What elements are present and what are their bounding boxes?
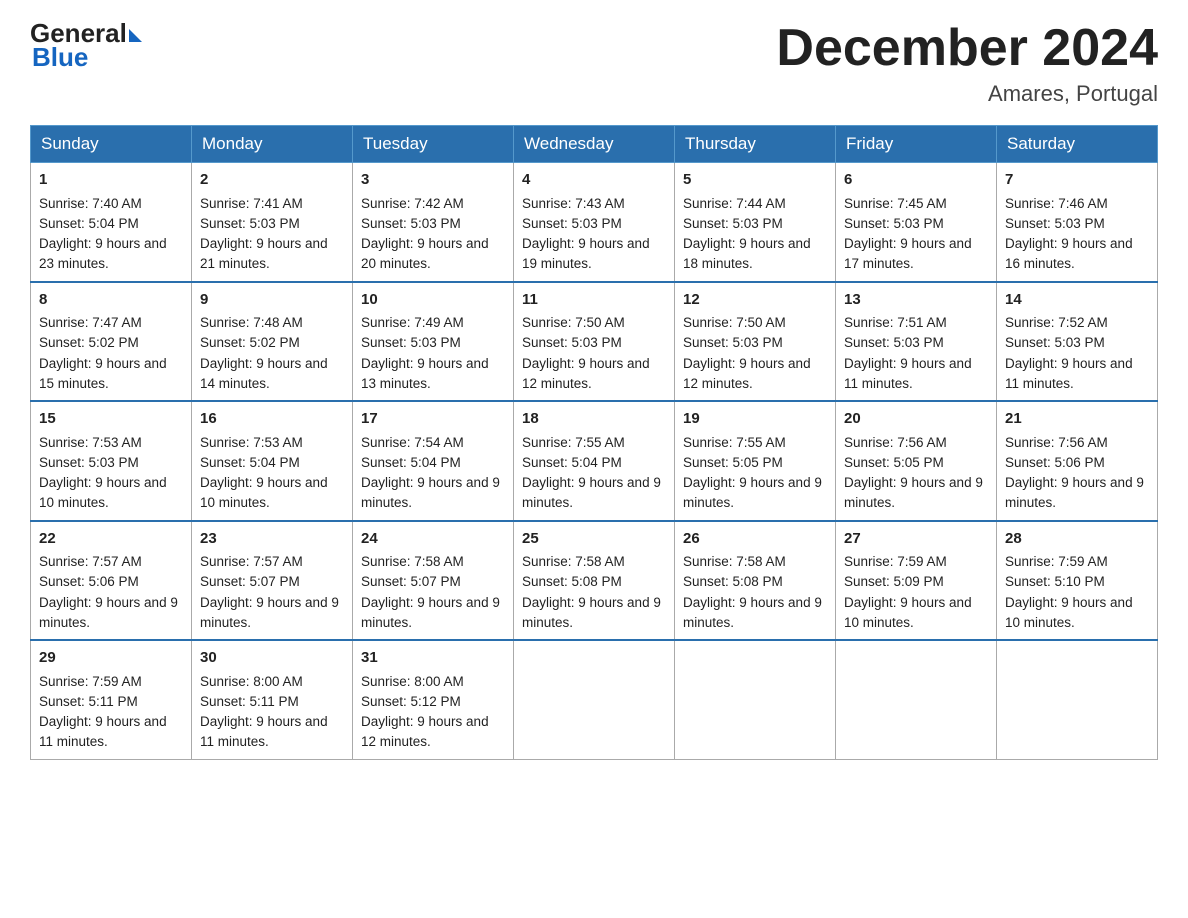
day-number: 2 — [200, 169, 344, 192]
calendar-cell: 20Sunrise: 7:56 AMSunset: 5:05 PMDayligh… — [836, 401, 997, 521]
calendar-cell: 22Sunrise: 7:57 AMSunset: 5:06 PMDayligh… — [31, 521, 192, 641]
calendar-cell: 28Sunrise: 7:59 AMSunset: 5:10 PMDayligh… — [997, 521, 1158, 641]
calendar-cell: 9Sunrise: 7:48 AMSunset: 5:02 PMDaylight… — [192, 282, 353, 402]
calendar-cell: 23Sunrise: 7:57 AMSunset: 5:07 PMDayligh… — [192, 521, 353, 641]
calendar-cell: 18Sunrise: 7:55 AMSunset: 5:04 PMDayligh… — [514, 401, 675, 521]
calendar-cell: 29Sunrise: 7:59 AMSunset: 5:11 PMDayligh… — [31, 640, 192, 759]
day-number: 17 — [361, 408, 505, 431]
day-number: 26 — [683, 528, 827, 551]
calendar-header-row: SundayMondayTuesdayWednesdayThursdayFrid… — [31, 126, 1158, 163]
day-number: 18 — [522, 408, 666, 431]
calendar-cell — [997, 640, 1158, 759]
day-number: 16 — [200, 408, 344, 431]
day-number: 11 — [522, 289, 666, 312]
day-number: 7 — [1005, 169, 1149, 192]
day-number: 10 — [361, 289, 505, 312]
day-header-saturday: Saturday — [997, 126, 1158, 163]
calendar-cell — [514, 640, 675, 759]
logo-triangle-icon — [129, 29, 142, 42]
day-number: 23 — [200, 528, 344, 551]
calendar-week-row: 29Sunrise: 7:59 AMSunset: 5:11 PMDayligh… — [31, 640, 1158, 759]
day-number: 3 — [361, 169, 505, 192]
calendar-cell: 14Sunrise: 7:52 AMSunset: 5:03 PMDayligh… — [997, 282, 1158, 402]
calendar-cell: 31Sunrise: 8:00 AMSunset: 5:12 PMDayligh… — [353, 640, 514, 759]
month-title: December 2024 — [776, 20, 1158, 77]
calendar-cell: 6Sunrise: 7:45 AMSunset: 5:03 PMDaylight… — [836, 163, 997, 282]
calendar-cell: 8Sunrise: 7:47 AMSunset: 5:02 PMDaylight… — [31, 282, 192, 402]
calendar-cell: 25Sunrise: 7:58 AMSunset: 5:08 PMDayligh… — [514, 521, 675, 641]
day-number: 24 — [361, 528, 505, 551]
day-number: 29 — [39, 647, 183, 670]
day-header-thursday: Thursday — [675, 126, 836, 163]
calendar-cell: 1Sunrise: 7:40 AMSunset: 5:04 PMDaylight… — [31, 163, 192, 282]
calendar-week-row: 22Sunrise: 7:57 AMSunset: 5:06 PMDayligh… — [31, 521, 1158, 641]
day-header-sunday: Sunday — [31, 126, 192, 163]
calendar-cell: 12Sunrise: 7:50 AMSunset: 5:03 PMDayligh… — [675, 282, 836, 402]
day-number: 25 — [522, 528, 666, 551]
day-number: 14 — [1005, 289, 1149, 312]
calendar-cell: 17Sunrise: 7:54 AMSunset: 5:04 PMDayligh… — [353, 401, 514, 521]
logo-blue-text: Blue — [32, 42, 88, 73]
day-header-monday: Monday — [192, 126, 353, 163]
day-number: 21 — [1005, 408, 1149, 431]
day-number: 28 — [1005, 528, 1149, 551]
day-number: 15 — [39, 408, 183, 431]
day-header-friday: Friday — [836, 126, 997, 163]
day-number: 20 — [844, 408, 988, 431]
day-number: 13 — [844, 289, 988, 312]
calendar-cell: 30Sunrise: 8:00 AMSunset: 5:11 PMDayligh… — [192, 640, 353, 759]
logo: General Blue — [30, 20, 142, 73]
calendar-table: SundayMondayTuesdayWednesdayThursdayFrid… — [30, 125, 1158, 760]
calendar-cell: 21Sunrise: 7:56 AMSunset: 5:06 PMDayligh… — [997, 401, 1158, 521]
calendar-cell: 26Sunrise: 7:58 AMSunset: 5:08 PMDayligh… — [675, 521, 836, 641]
location-title: Amares, Portugal — [776, 81, 1158, 107]
day-number: 31 — [361, 647, 505, 670]
day-number: 6 — [844, 169, 988, 192]
calendar-cell: 19Sunrise: 7:55 AMSunset: 5:05 PMDayligh… — [675, 401, 836, 521]
title-area: December 2024 Amares, Portugal — [776, 20, 1158, 107]
day-number: 5 — [683, 169, 827, 192]
day-number: 1 — [39, 169, 183, 192]
day-number: 27 — [844, 528, 988, 551]
day-number: 22 — [39, 528, 183, 551]
calendar-cell: 27Sunrise: 7:59 AMSunset: 5:09 PMDayligh… — [836, 521, 997, 641]
day-number: 30 — [200, 647, 344, 670]
calendar-cell: 11Sunrise: 7:50 AMSunset: 5:03 PMDayligh… — [514, 282, 675, 402]
day-number: 12 — [683, 289, 827, 312]
calendar-cell: 4Sunrise: 7:43 AMSunset: 5:03 PMDaylight… — [514, 163, 675, 282]
calendar-cell: 16Sunrise: 7:53 AMSunset: 5:04 PMDayligh… — [192, 401, 353, 521]
calendar-cell — [836, 640, 997, 759]
calendar-week-row: 8Sunrise: 7:47 AMSunset: 5:02 PMDaylight… — [31, 282, 1158, 402]
day-number: 9 — [200, 289, 344, 312]
calendar-cell: 5Sunrise: 7:44 AMSunset: 5:03 PMDaylight… — [675, 163, 836, 282]
calendar-cell: 3Sunrise: 7:42 AMSunset: 5:03 PMDaylight… — [353, 163, 514, 282]
calendar-cell: 13Sunrise: 7:51 AMSunset: 5:03 PMDayligh… — [836, 282, 997, 402]
calendar-cell: 24Sunrise: 7:58 AMSunset: 5:07 PMDayligh… — [353, 521, 514, 641]
day-number: 8 — [39, 289, 183, 312]
calendar-cell — [675, 640, 836, 759]
day-header-tuesday: Tuesday — [353, 126, 514, 163]
calendar-cell: 2Sunrise: 7:41 AMSunset: 5:03 PMDaylight… — [192, 163, 353, 282]
calendar-week-row: 15Sunrise: 7:53 AMSunset: 5:03 PMDayligh… — [31, 401, 1158, 521]
day-number: 19 — [683, 408, 827, 431]
calendar-week-row: 1Sunrise: 7:40 AMSunset: 5:04 PMDaylight… — [31, 163, 1158, 282]
calendar-cell: 10Sunrise: 7:49 AMSunset: 5:03 PMDayligh… — [353, 282, 514, 402]
day-number: 4 — [522, 169, 666, 192]
calendar-cell: 15Sunrise: 7:53 AMSunset: 5:03 PMDayligh… — [31, 401, 192, 521]
day-header-wednesday: Wednesday — [514, 126, 675, 163]
calendar-cell: 7Sunrise: 7:46 AMSunset: 5:03 PMDaylight… — [997, 163, 1158, 282]
page-header: General Blue December 2024 Amares, Portu… — [30, 20, 1158, 107]
